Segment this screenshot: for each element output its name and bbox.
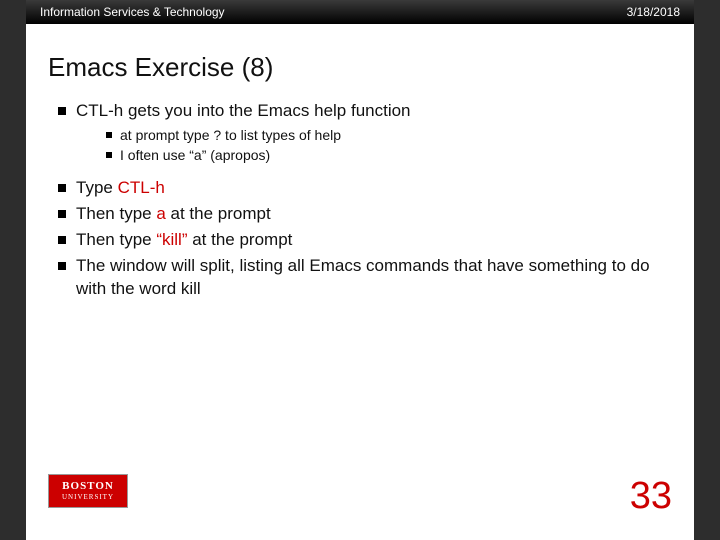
bullet-main-text: CTL-h gets you into the Emacs help funct… <box>76 101 411 120</box>
boston-university-logo: BOSTON UNIVERSITY <box>48 474 128 508</box>
step-text-post: at the prompt <box>187 230 292 249</box>
step-text-pre: Type <box>76 178 118 197</box>
steps-list: Type CTL-h Then type a at the prompt The… <box>48 177 672 301</box>
bullet-square-icon <box>58 184 66 192</box>
logo-line1: BOSTON <box>62 481 114 492</box>
logo-line2: UNIVERSITY <box>62 494 114 501</box>
step-text-post: at the prompt <box>166 204 271 223</box>
step-item: The window will split, listing all Emacs… <box>58 255 672 301</box>
step-text-red: a <box>156 204 165 223</box>
bullet-square-icon <box>106 152 112 158</box>
bullet-square-icon <box>58 262 66 270</box>
slide-body: CTL-h gets you into the Emacs help funct… <box>26 93 694 301</box>
step-text-red: CTL-h <box>118 178 165 197</box>
step-item: Then type a at the prompt <box>58 203 672 226</box>
sub-bullet-text: I often use “a” (apropos) <box>120 147 270 163</box>
step-text-pre: Then type <box>76 230 156 249</box>
slide-title: Emacs Exercise (8) <box>26 24 694 93</box>
sub-bullet: at prompt type ? to list types of help <box>106 127 672 143</box>
slide: Information Services & Technology 3/18/2… <box>26 0 694 540</box>
slide-stage: Information Services & Technology 3/18/2… <box>0 0 720 540</box>
header-left: Information Services & Technology <box>40 5 225 19</box>
sub-bullet-text: at prompt type ? to list types of help <box>120 127 341 143</box>
bullet-main: CTL-h gets you into the Emacs help funct… <box>58 101 672 121</box>
bullet-square-icon <box>58 210 66 218</box>
header-date: 3/18/2018 <box>627 5 680 19</box>
step-text-pre: The window will split, listing all Emacs… <box>76 256 650 298</box>
page-number: 33 <box>630 475 672 518</box>
bullet-square-icon <box>106 132 112 138</box>
step-text-red: “kill” <box>156 230 187 249</box>
sub-bullet: I often use “a” (apropos) <box>106 147 672 163</box>
step-item: Then type “kill” at the prompt <box>58 229 672 252</box>
bullet-square-icon <box>58 107 66 115</box>
header-bar: Information Services & Technology 3/18/2… <box>26 0 694 24</box>
bullet-square-icon <box>58 236 66 244</box>
step-item: Type CTL-h <box>58 177 672 200</box>
step-text-pre: Then type <box>76 204 156 223</box>
